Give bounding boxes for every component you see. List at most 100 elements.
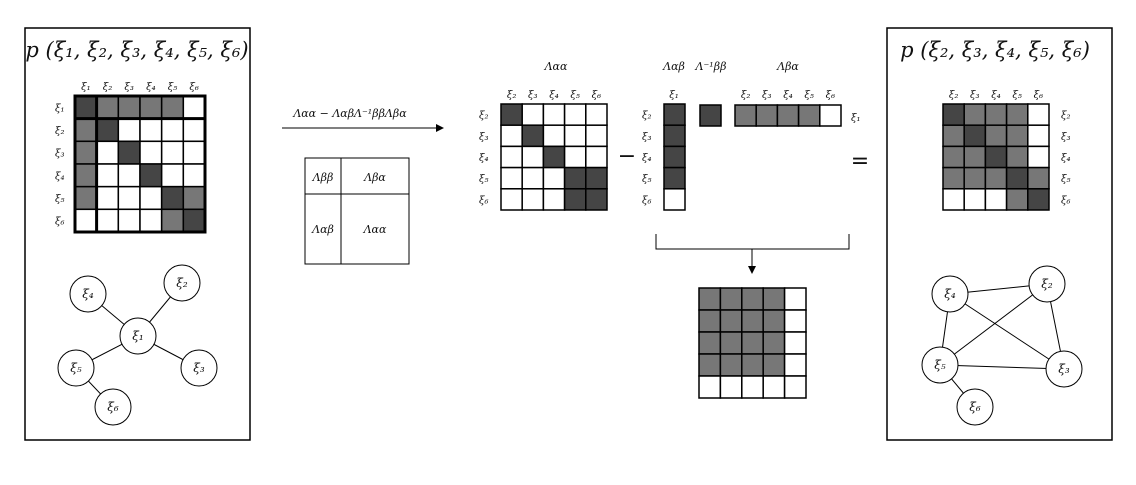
product-matrix-cell	[741, 353, 764, 377]
left-graph-node-label: ξ₆	[107, 400, 119, 414]
left-graph-node-label: ξ₃	[193, 361, 205, 375]
left-matrix-cell	[74, 117, 98, 143]
right-matrix-cell	[963, 145, 987, 169]
left-col-label: ξ₆	[189, 82, 199, 93]
left-matrix-cell	[95, 208, 120, 233]
left-matrix-cell	[117, 140, 141, 165]
left-matrix-cell	[160, 208, 185, 233]
left-matrix-cell	[117, 95, 141, 120]
ba-vector-cell	[819, 104, 842, 127]
aa-matrix-cell	[521, 124, 545, 148]
right-matrix-cell	[1027, 166, 1050, 190]
ab-vector-cell	[663, 188, 686, 211]
aa-row-label: ξ₂	[479, 111, 489, 122]
left-matrix-cell	[74, 208, 98, 233]
aa-col-label: ξ₅	[570, 90, 580, 101]
ab-row-label: ξ₄	[642, 153, 652, 164]
product-matrix-cell	[698, 287, 722, 311]
lambda-aa-matrix	[500, 103, 608, 211]
left-matrix-cell	[182, 208, 206, 233]
block-label-alpha-beta: Λαβ	[311, 223, 334, 236]
left-matrix-cell	[74, 185, 98, 211]
left-col-label: ξ₁	[81, 82, 91, 93]
right-row-label: ξ₆	[1061, 195, 1071, 206]
right-matrix-cell	[1005, 188, 1029, 211]
left-panel-title: p (ξ₁, ξ₂, ξ₃, ξ₄, ξ₅, ξ₆)	[25, 38, 248, 62]
schur-complement-formula: Λαα − ΛαβΛ⁻¹ββΛβα	[292, 107, 407, 120]
right-matrix-cell	[1005, 145, 1029, 169]
ab-vector-cell	[663, 145, 686, 169]
right-graph-node-label: ξ₅	[934, 358, 946, 372]
right-matrix-cell	[1005, 124, 1029, 148]
left-col-label: ξ₂	[103, 82, 113, 93]
left-row-label: ξ₁	[55, 103, 65, 114]
ba-col-label: ξ₃	[762, 90, 772, 101]
lambda-bb-inverse-header: Λ⁻¹ββ	[695, 60, 727, 73]
right-matrix-cell	[984, 166, 1008, 190]
right-matrix-cell	[984, 188, 1008, 211]
lambda-ab-vector	[663, 103, 686, 211]
left-matrix-cell	[74, 95, 98, 120]
right-matrix-cell	[942, 166, 965, 190]
left-col-label: ξ₅	[168, 82, 178, 93]
product-matrix-cell	[783, 375, 807, 399]
product-matrix-cell	[741, 309, 764, 333]
product-matrix-cell	[783, 331, 807, 355]
left-matrix-cell	[139, 95, 163, 120]
left-matrix-cell	[160, 163, 185, 188]
left-matrix-column-labels: ξ₁ ξ₂ ξ₃ ξ₄ ξ₅ ξ₆	[81, 82, 199, 93]
product-matrix-cell	[698, 353, 722, 377]
ab-row-label: ξ₂	[642, 111, 652, 122]
ba-col-label: ξ₆	[826, 90, 836, 101]
product-matrix-cell	[719, 375, 743, 399]
aa-row-label: ξ₃	[479, 132, 489, 143]
ab-row-label: ξ₆	[642, 195, 652, 206]
product-matrix-cell	[698, 375, 722, 399]
ba-col-label: ξ₅	[804, 90, 814, 101]
aa-matrix-cell	[585, 145, 608, 169]
left-panel-frame	[24, 27, 251, 441]
right-row-label: ξ₂	[1061, 111, 1071, 122]
left-matrix-cell	[139, 185, 163, 211]
left-matrix-cell	[139, 208, 163, 233]
lambda-ba-header: Λβα	[776, 60, 799, 73]
product-matrix-cell	[783, 353, 807, 377]
aa-matrix-cell	[563, 188, 587, 211]
left-panel: p (ξ₁, ξ₂, ξ₃, ξ₄, ξ₅, ξ₆) ξ₁ ξ₂ ξ₃ ξ₄ ξ₅ ξ₆ …	[24, 27, 251, 441]
lambda-bb-inverse-cell	[699, 104, 722, 127]
transform-arrow-head	[436, 124, 444, 132]
left-graph-node-label: ξ₁	[132, 329, 143, 343]
aa-matrix-row-labels: ξ₂ ξ₃ ξ₄ ξ₅ ξ₆	[479, 111, 489, 207]
ba-vector-cell	[776, 104, 800, 127]
right-row-label: ξ₅	[1061, 174, 1071, 185]
aa-row-label: ξ₄	[479, 153, 489, 164]
aa-matrix-cell	[542, 103, 566, 126]
left-matrix-cell	[160, 140, 185, 165]
aa-matrix-cell	[500, 166, 523, 190]
left-matrix-cell	[74, 163, 98, 188]
aa-matrix-cell	[542, 166, 566, 190]
left-matrix-cell	[117, 185, 141, 211]
right-graph-node-label: ξ₃	[1058, 362, 1070, 376]
left-row-label: ξ₆	[55, 217, 65, 228]
aa-col-label: ξ₃	[528, 90, 538, 101]
right-col-label: ξ₄	[991, 90, 1001, 101]
right-precision-matrix	[942, 103, 1050, 211]
aa-matrix-column-labels: ξ₂ ξ₃ ξ₄ ξ₅ ξ₆	[507, 90, 601, 101]
equals-sign: =	[851, 149, 869, 174]
ab-vector-cell	[663, 166, 686, 190]
left-matrix-cell	[139, 117, 163, 143]
ba-vector-cell	[734, 104, 757, 127]
aa-matrix-cell	[500, 103, 523, 126]
right-graph-node-label: ξ₄	[944, 287, 956, 301]
aa-matrix-cell	[500, 145, 523, 169]
right-matrix-row-labels: ξ₂ ξ₃ ξ₄ ξ₅ ξ₆	[1061, 111, 1071, 207]
aa-matrix-cell	[521, 166, 545, 190]
aa-matrix-cell	[585, 124, 608, 148]
left-matrix-cell	[182, 185, 206, 211]
right-matrix-cell	[984, 124, 1008, 148]
ab-vector-row-labels: ξ₂ ξ₃ ξ₄ ξ₅ ξ₆	[642, 111, 652, 207]
product-matrix-cell	[698, 309, 722, 333]
ba-col-label: ξ₄	[783, 90, 793, 101]
transform-section: Λαα − ΛαβΛ⁻¹ββΛβα Λββ Λβα Λαβ Λαα	[282, 107, 444, 265]
